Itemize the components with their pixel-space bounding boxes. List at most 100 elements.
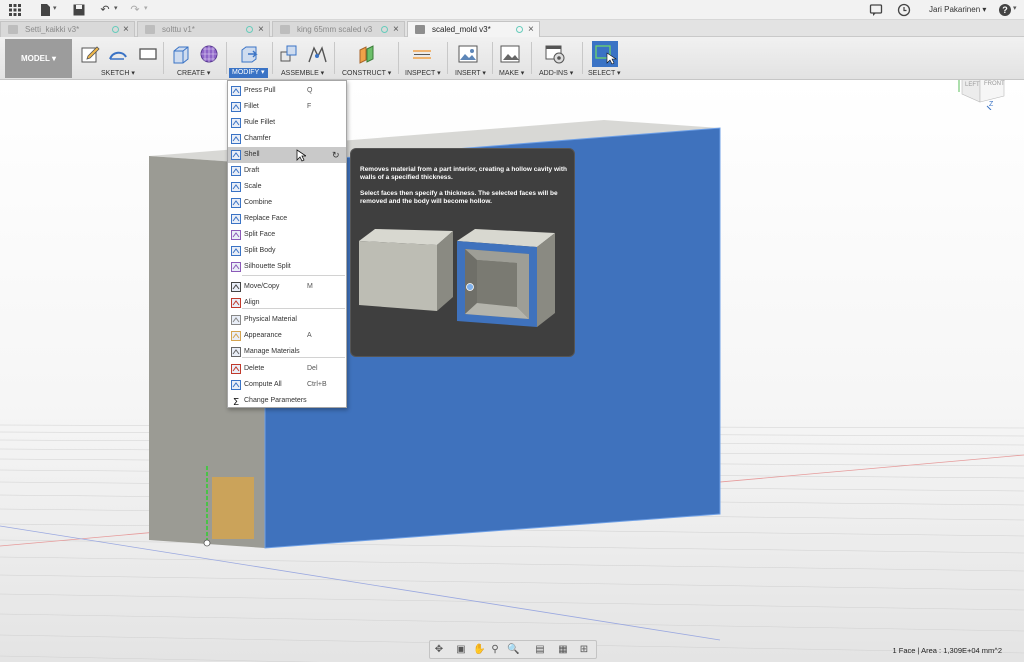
tooltip-description: Removes material from a part interior, c… xyxy=(360,166,567,181)
menu-item-combine[interactable]: Combine xyxy=(228,195,346,211)
create-sketch-icon[interactable] xyxy=(79,43,101,65)
viewcube[interactable]: LEFT FRONT Y Z xyxy=(953,80,1013,110)
undo-caret-icon[interactable]: ▾ xyxy=(114,4,118,12)
insert-image-icon[interactable] xyxy=(457,43,479,65)
navigation-bar: ✥ ▣ ✋ ⚲ 🔍 ▤ ▦ ⊞ xyxy=(429,640,597,659)
addins-menu[interactable]: ADD-INS ▾ xyxy=(539,69,573,77)
look-at-icon[interactable]: ▣ xyxy=(455,644,467,656)
display-settings-icon[interactable]: ▤ xyxy=(534,644,546,656)
close-tab-icon[interactable]: × xyxy=(258,22,264,37)
draft-icon xyxy=(231,166,241,176)
document-tab-label: solttu v1* xyxy=(162,25,195,34)
redo-caret-icon[interactable]: ▾ xyxy=(144,4,148,12)
menu-separator xyxy=(242,275,345,276)
menu-item-move-copy[interactable]: Move/Copy M xyxy=(228,279,346,295)
viewcube-front-label: FRONT xyxy=(984,81,1005,87)
sphere-mesh-icon[interactable] xyxy=(198,43,220,65)
viewports-icon[interactable]: ⊞ xyxy=(578,644,590,656)
extrude-icon[interactable] xyxy=(170,43,192,65)
menu-item-split-body[interactable]: Split Body xyxy=(228,243,346,259)
sketch-profile xyxy=(212,477,254,539)
job-status-clock-icon[interactable] xyxy=(897,3,911,17)
inspect-menu[interactable]: INSPECT ▾ xyxy=(405,69,441,77)
measure-icon[interactable] xyxy=(411,43,433,65)
help-caret-icon[interactable]: ▾ xyxy=(1013,4,1017,12)
save-icon[interactable] xyxy=(72,3,86,17)
menu-item-shell[interactable]: Shell ↻ xyxy=(228,147,346,163)
menu-item-label: Split Face xyxy=(244,231,276,238)
redo-icon[interactable]: ↷ xyxy=(128,3,142,17)
user-menu[interactable]: Jari Pakarinen ▾ xyxy=(929,5,986,14)
modify-menu[interactable]: MODIFY ▾ xyxy=(229,68,268,78)
zoom-icon[interactable]: 🔍 xyxy=(507,644,519,656)
menu-item-shortcut: A xyxy=(307,332,312,339)
file-menu-caret-icon[interactable]: ▾ xyxy=(53,4,57,12)
close-tab-icon[interactable]: × xyxy=(123,22,129,37)
tooltip-instruction: Select faces then specify a thickness. T… xyxy=(360,190,558,205)
menu-item-delete[interactable]: Delete Del xyxy=(228,361,346,377)
menu-item-label: Chamfer xyxy=(244,135,271,142)
orbit-icon[interactable]: ✥ xyxy=(433,644,445,656)
create-menu[interactable]: CREATE ▾ xyxy=(177,69,210,77)
menu-item-replace-face[interactable]: Replace Face xyxy=(228,211,346,227)
split-body-icon xyxy=(231,246,241,256)
compute-all-icon xyxy=(231,380,241,390)
close-tab-icon[interactable]: × xyxy=(393,22,399,37)
document-tab[interactable]: Setti_kaikki v3* × xyxy=(0,21,135,37)
3d-print-icon[interactable] xyxy=(499,43,521,65)
undo-icon[interactable]: ↶ xyxy=(98,3,112,17)
manage-materials-icon xyxy=(231,347,241,357)
menu-item-label: Draft xyxy=(244,167,260,174)
menu-item-rule-fillet[interactable]: Rule Fillet xyxy=(228,115,346,131)
insert-menu[interactable]: INSERT ▾ xyxy=(455,69,486,77)
assemble-menu[interactable]: ASSEMBLE ▾ xyxy=(281,69,324,77)
menu-item-chamfer[interactable]: Chamfer xyxy=(228,131,346,147)
sketch-menu[interactable]: SKETCH ▾ xyxy=(101,69,135,77)
make-menu[interactable]: MAKE ▾ xyxy=(499,69,524,77)
menu-item-compute-all[interactable]: Compute All Ctrl+B xyxy=(228,377,346,393)
file-menu-icon[interactable] xyxy=(38,3,52,17)
menu-item-appearance[interactable]: Appearance A xyxy=(228,328,346,344)
document-tab[interactable]: solttu v1* × xyxy=(137,21,270,37)
menu-item-change-parameters[interactable]: Σ Change Parameters xyxy=(228,393,346,409)
chamfer-icon xyxy=(231,134,241,144)
offset-plane-icon[interactable] xyxy=(356,43,378,65)
physical-material-icon xyxy=(231,315,241,325)
workspace-switcher-button[interactable]: MODEL ▾ xyxy=(5,39,72,78)
zoom-window-icon[interactable]: ⚲ xyxy=(489,644,501,656)
document-tab[interactable]: king 65mm scaled v3 × xyxy=(272,21,405,37)
press-pull-icon xyxy=(231,86,241,96)
document-tab-active[interactable]: scaled_mold v3* × xyxy=(407,21,540,38)
select-icon[interactable] xyxy=(592,41,618,67)
menu-separator xyxy=(242,308,345,309)
select-menu[interactable]: SELECT ▾ xyxy=(588,69,621,77)
toolbar-separator xyxy=(334,42,335,74)
viewcube-left-label: LEFT xyxy=(965,82,980,88)
menu-item-shortcut: F xyxy=(307,103,312,110)
ribbon-toolbar: MODEL ▾ SKETCH ▾ CREATE ▾ MODIFY ▾ ASSEM… xyxy=(0,37,1024,80)
menu-item-silhouette-split[interactable]: Silhouette Split xyxy=(228,259,346,275)
design-file-icon xyxy=(280,25,290,34)
menu-item-physical-material[interactable]: Physical Material xyxy=(228,312,346,328)
line-icon[interactable] xyxy=(107,43,129,65)
close-tab-icon[interactable]: × xyxy=(528,22,534,37)
scripts-addins-icon[interactable] xyxy=(544,43,566,65)
menu-item-scale[interactable]: Scale xyxy=(228,179,346,195)
toolbar-separator xyxy=(492,42,493,74)
pan-hand-icon[interactable]: ✋ xyxy=(473,644,485,656)
rectangle-icon[interactable] xyxy=(137,43,159,65)
menu-item-split-face[interactable]: Split Face xyxy=(228,227,346,243)
press-pull-icon[interactable] xyxy=(238,43,260,65)
notifications-icon[interactable] xyxy=(869,3,883,17)
apps-grid-icon[interactable] xyxy=(8,3,22,17)
menu-item-fillet[interactable]: Fillet F xyxy=(228,99,346,115)
help-icon[interactable]: ? xyxy=(998,3,1012,17)
menu-item-press-pull[interactable]: Press Pull Q xyxy=(228,83,346,99)
grid-settings-icon[interactable]: ▦ xyxy=(557,644,569,656)
joint-icon[interactable] xyxy=(306,43,328,65)
menu-item-draft[interactable]: Draft xyxy=(228,163,346,179)
new-component-icon[interactable] xyxy=(278,43,300,65)
move-icon xyxy=(231,282,241,292)
menu-item-label: Split Body xyxy=(244,247,276,254)
construct-menu[interactable]: CONSTRUCT ▾ xyxy=(342,69,391,77)
